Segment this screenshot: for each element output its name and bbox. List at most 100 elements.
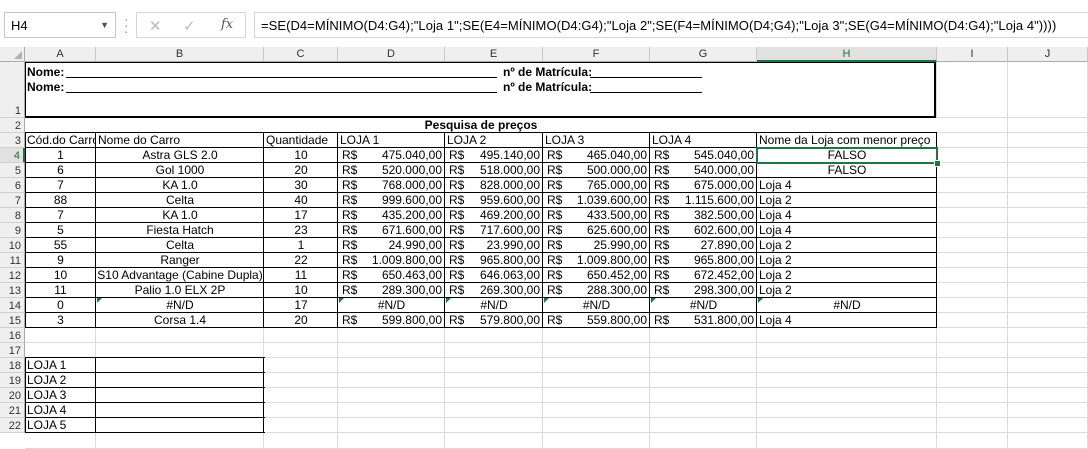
- cell-preco-loja-1[interactable]: R$ 289.300,00: [338, 283, 445, 298]
- cell-codigo[interactable]: 0: [25, 298, 96, 313]
- cell-quantidade[interactable]: 20: [264, 313, 338, 328]
- column-title-8[interactable]: Nome da Loja com menor preço: [757, 133, 937, 148]
- column-title-4[interactable]: LOJA 1: [338, 133, 445, 148]
- row-header-1[interactable]: 1: [0, 62, 25, 118]
- column-header-a[interactable]: A: [25, 47, 96, 62]
- row-header-10[interactable]: 10: [0, 238, 25, 253]
- row-header-7[interactable]: 7: [0, 193, 25, 208]
- cell-preco-loja-3[interactable]: R$ 1.039.600,00: [543, 193, 650, 208]
- cell-preco-loja-1[interactable]: R$ 520.000,00: [338, 163, 445, 178]
- cell-quantidade[interactable]: 23: [264, 223, 338, 238]
- spreadsheet-grid[interactable]: Nome: Nome: nº de Matrícula: nº de Matrícul…: [25, 62, 1088, 449]
- store-list-item[interactable]: LOJA 2: [25, 373, 96, 388]
- row-header-22[interactable]: 22: [0, 418, 25, 433]
- cell-preco-loja-1[interactable]: R$ 435.200,00: [338, 208, 445, 223]
- fill-handle[interactable]: [934, 160, 941, 167]
- table-title[interactable]: Pesquisa de preços: [25, 118, 937, 133]
- drag-handle-icon[interactable]: · · ·: [124, 12, 129, 38]
- cell-preco-loja-1[interactable]: R$ 24.990,00: [338, 238, 445, 253]
- error-indicator-icon[interactable]: [758, 298, 763, 303]
- cell-codigo[interactable]: 3: [25, 313, 96, 328]
- cell-nome-carro[interactable]: Fiesta Hatch: [96, 223, 264, 238]
- cell-nome-carro[interactable]: Gol 1000: [96, 163, 264, 178]
- cell-preco-loja-2[interactable]: R$ 646.063,00: [445, 268, 543, 283]
- row-header-21[interactable]: 21: [0, 403, 25, 418]
- cell-menor-preco[interactable]: Loja 2: [757, 253, 937, 268]
- cell-preco-loja-3[interactable]: R$ 465.040,00: [543, 148, 650, 163]
- name-box[interactable]: H4 ▼: [4, 12, 116, 38]
- cell-quantidade[interactable]: 1: [264, 238, 338, 253]
- row-header-11[interactable]: 11: [0, 253, 25, 268]
- error-indicator-icon[interactable]: [339, 298, 344, 303]
- column-header-h[interactable]: H: [757, 47, 937, 62]
- error-indicator-icon[interactable]: [544, 298, 549, 303]
- cell-preco-loja-2[interactable]: R$ 269.300,00: [445, 283, 543, 298]
- column-header-d[interactable]: D: [338, 47, 445, 62]
- cell-preco-loja-4[interactable]: R$ 298.300,00: [650, 283, 757, 298]
- cell-nome-carro[interactable]: KA 1.0: [96, 208, 264, 223]
- error-indicator-icon[interactable]: [446, 298, 451, 303]
- cell-menor-preco[interactable]: Loja 4: [757, 178, 937, 193]
- cell-preco-loja-1[interactable]: R$ 1.009.800,00: [338, 253, 445, 268]
- cell-preco-loja-3[interactable]: R$ 650.452,00: [543, 268, 650, 283]
- cell-preco-loja-2[interactable]: R$ 469.200,00: [445, 208, 543, 223]
- cell-quantidade[interactable]: 40: [264, 193, 338, 208]
- cell-nome-carro[interactable]: Ranger: [96, 253, 264, 268]
- cell-preco-loja-4[interactable]: R$ 27.890,00: [650, 238, 757, 253]
- cell-preco-loja-2[interactable]: R$ 495.140,00: [445, 148, 543, 163]
- row-header-20[interactable]: 20: [0, 388, 25, 403]
- cell-preco-loja-3[interactable]: R$ 433.500,00: [543, 208, 650, 223]
- row-header-4[interactable]: 4: [0, 148, 25, 163]
- store-list-item[interactable]: LOJA 5: [25, 418, 96, 433]
- column-header-j[interactable]: J: [1008, 47, 1088, 62]
- cell-preco-loja-2[interactable]: R$ 965.800,00: [445, 253, 543, 268]
- cell-preco-loja-2[interactable]: R$ 959.600,00: [445, 193, 543, 208]
- row-header-19[interactable]: 19: [0, 373, 25, 388]
- column-header-b[interactable]: B: [96, 47, 264, 62]
- chevron-down-icon[interactable]: ▼: [100, 20, 109, 30]
- insert-function-icon[interactable]: fx: [221, 17, 233, 32]
- cell-preco-loja-4[interactable]: #N/D: [650, 298, 757, 313]
- cancel-icon[interactable]: ✕: [149, 17, 162, 35]
- cell-nome-carro[interactable]: Celta: [96, 238, 264, 253]
- cell-preco-loja-1[interactable]: R$ 650.463,00: [338, 268, 445, 283]
- cell-menor-preco[interactable]: #N/D: [757, 298, 937, 313]
- cell-preco-loja-1[interactable]: #N/D: [338, 298, 445, 313]
- cell-quantidade[interactable]: 11: [264, 268, 338, 283]
- cell-preco-loja-4[interactable]: R$ 675.000,00: [650, 178, 757, 193]
- cell-preco-loja-4[interactable]: R$ 965.800,00: [650, 253, 757, 268]
- cell-preco-loja-4[interactable]: R$ 602.600,00: [650, 223, 757, 238]
- cell-preco-loja-1[interactable]: R$ 671.600,00: [338, 223, 445, 238]
- cell-preco-loja-3[interactable]: R$ 1.009.800,00: [543, 253, 650, 268]
- row-header-13[interactable]: 13: [0, 283, 25, 298]
- cell-nome-carro[interactable]: #N/D: [96, 298, 264, 313]
- cell-preco-loja-4[interactable]: R$ 1.115.600,00: [650, 193, 757, 208]
- cell-menor-preco[interactable]: Loja 2: [757, 193, 937, 208]
- cell-preco-loja-2[interactable]: R$ 23.990,00: [445, 238, 543, 253]
- column-title-5[interactable]: LOJA 2: [445, 133, 543, 148]
- cell-menor-preco[interactable]: Loja 2: [757, 283, 937, 298]
- cell-preco-loja-3[interactable]: R$ 559.800,00: [543, 313, 650, 328]
- row-header-8[interactable]: 8: [0, 208, 25, 223]
- select-all-button[interactable]: [0, 47, 25, 62]
- row-header-18[interactable]: 18: [0, 358, 25, 373]
- row-header-17[interactable]: 17: [0, 343, 25, 358]
- cell-codigo[interactable]: 88: [25, 193, 96, 208]
- column-title-1[interactable]: Cód.do Carro: [25, 133, 96, 148]
- cell-preco-loja-4[interactable]: R$ 672.452,00: [650, 268, 757, 283]
- cell-menor-preco[interactable]: Loja 4: [757, 313, 937, 328]
- store-list-item[interactable]: LOJA 3: [25, 388, 96, 403]
- cell-menor-preco[interactable]: FALSO: [757, 163, 937, 178]
- cell-preco-loja-3[interactable]: R$ 625.600,00: [543, 223, 650, 238]
- cell-preco-loja-4[interactable]: R$ 531.800,00: [650, 313, 757, 328]
- cell-preco-loja-3[interactable]: R$ 25.990,00: [543, 238, 650, 253]
- column-header-c[interactable]: C: [264, 47, 338, 62]
- cell-nome-carro[interactable]: Palio 1.0 ELX 2P: [96, 283, 264, 298]
- cell-codigo[interactable]: 7: [25, 208, 96, 223]
- store-list-item[interactable]: LOJA 4: [25, 403, 96, 418]
- row-header-6[interactable]: 6: [0, 178, 25, 193]
- error-indicator-icon[interactable]: [651, 298, 656, 303]
- cell-preco-loja-2[interactable]: #N/D: [445, 298, 543, 313]
- cell-preco-loja-2[interactable]: R$ 828.000,00: [445, 178, 543, 193]
- cell-codigo[interactable]: 6: [25, 163, 96, 178]
